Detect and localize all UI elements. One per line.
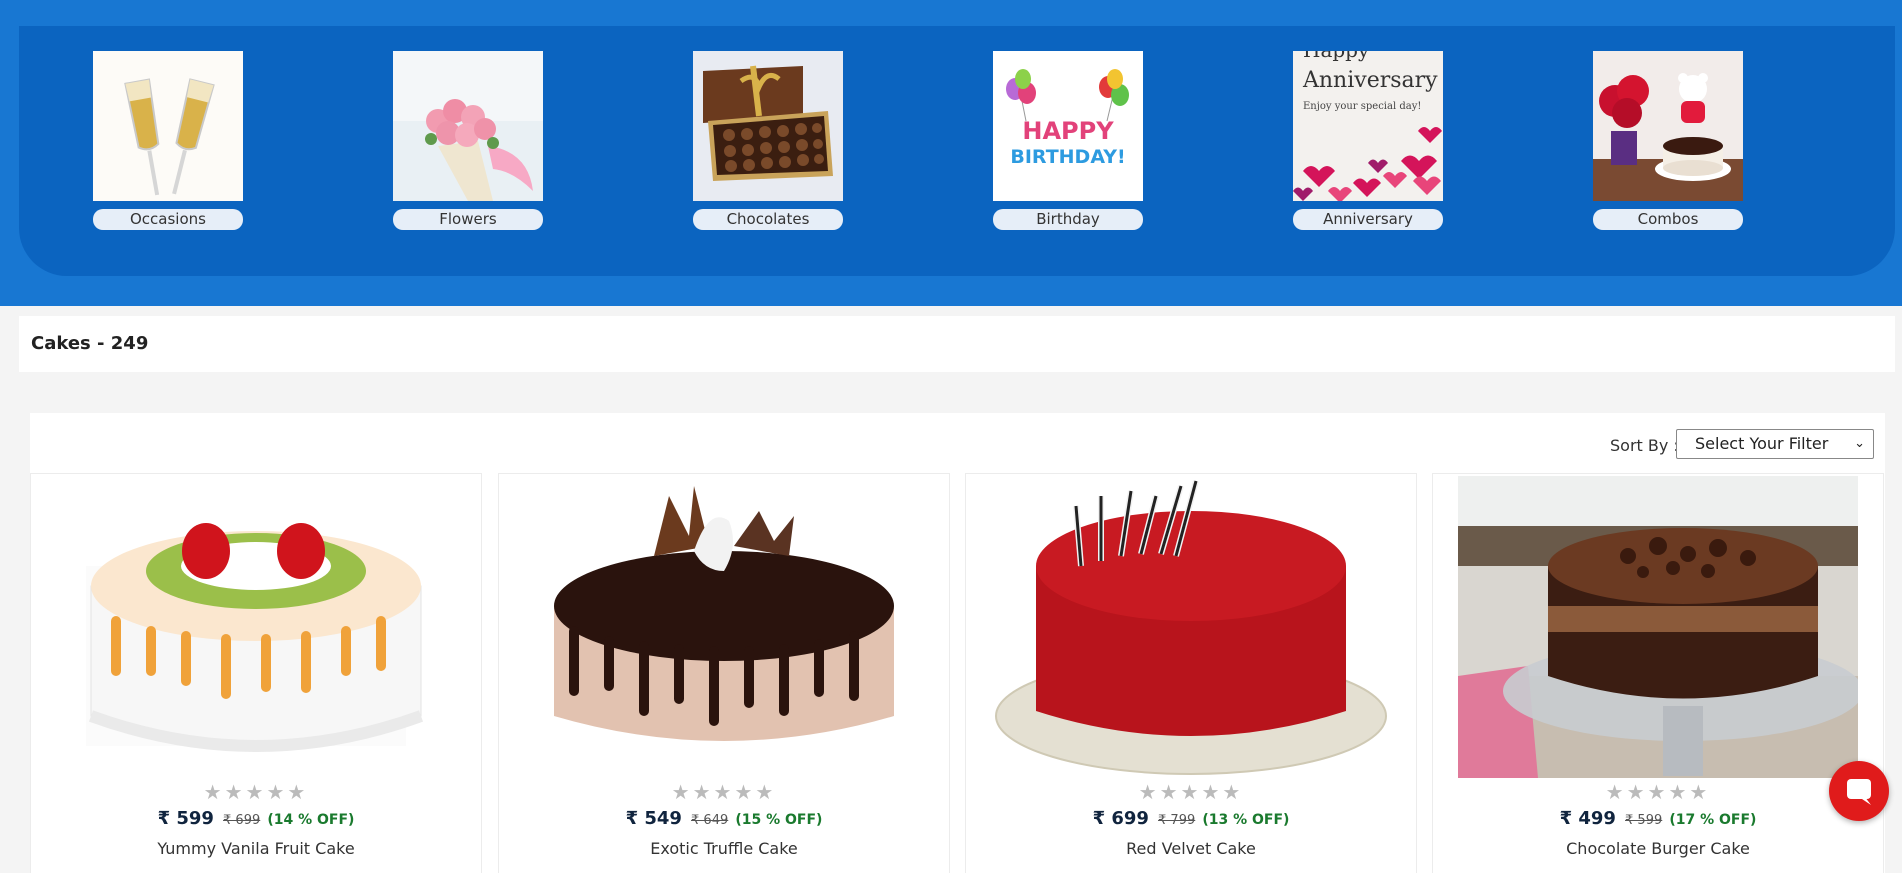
- original-price: ₹ 649: [691, 813, 729, 828]
- svg-text:Anniversary: Anniversary: [1302, 68, 1438, 93]
- price-row: ₹ 549 ₹ 649 (15 % OFF): [499, 808, 949, 829]
- price: ₹ 549: [625, 808, 682, 829]
- rating-stars: ★★★★★: [1605, 780, 1711, 804]
- chat-button[interactable]: [1829, 761, 1889, 821]
- product-card[interactable]: ★★★★★ ₹ 599 ₹ 699 (14 % OFF) Yummy Vanil…: [30, 473, 482, 873]
- category-chocolates[interactable]: Chocolates: [693, 51, 843, 230]
- product-name[interactable]: Yummy Vanila Fruit Cake: [31, 839, 481, 858]
- product-card[interactable]: ★★★★★ ₹ 549 ₹ 649 (15 % OFF) Exotic Truf…: [498, 473, 950, 873]
- svg-text:Happy: Happy: [1303, 51, 1370, 62]
- product-name[interactable]: Exotic Truffle Cake: [499, 839, 949, 858]
- champagne-glasses-image[interactable]: [93, 51, 243, 201]
- rose-bouquet-image[interactable]: [393, 51, 543, 201]
- original-price: ₹ 599: [1625, 813, 1663, 828]
- category-panel: Occasions Flowers Chocolates HAPPY BIRTH…: [19, 26, 1895, 276]
- category-label[interactable]: Anniversary: [1293, 209, 1443, 230]
- chocolate-burger-cake-image[interactable]: [1458, 476, 1858, 778]
- chevron-down-icon: ⌄: [1854, 436, 1865, 451]
- price: ₹ 499: [1559, 808, 1616, 829]
- category-flowers[interactable]: Flowers: [393, 51, 543, 230]
- chat-bubble-icon: [1847, 779, 1871, 805]
- svg-text:BIRTHDAY!: BIRTHDAY!: [1010, 146, 1125, 168]
- price-row: ₹ 699 ₹ 799 (13 % OFF): [966, 808, 1416, 829]
- sort-filter-select[interactable]: Select Your Filter ⌄: [1676, 429, 1874, 459]
- svg-text:HAPPY: HAPPY: [1022, 117, 1114, 145]
- category-label[interactable]: Birthday: [993, 209, 1143, 230]
- price-row: ₹ 499 ₹ 599 (17 % OFF): [1433, 808, 1883, 829]
- rating-stars: ★★★★★: [1138, 780, 1244, 804]
- vanilla-fruit-cake-image[interactable]: [56, 476, 456, 778]
- original-price: ₹ 799: [1158, 813, 1196, 828]
- category-label[interactable]: Combos: [1593, 209, 1743, 230]
- discount-badge: (14 % OFF): [267, 812, 355, 828]
- red-velvet-cake-image[interactable]: [991, 476, 1391, 778]
- sort-label: Sort By :: [1610, 436, 1679, 455]
- category-anniversary[interactable]: Happy Anniversary Enjoy your special day…: [1293, 51, 1443, 230]
- sort-selected-value: Select Your Filter: [1695, 434, 1829, 453]
- svg-text:Enjoy your special day!: Enjoy your special day!: [1303, 101, 1421, 112]
- category-birthday[interactable]: HAPPY BIRTHDAY! Birthday: [993, 51, 1143, 230]
- discount-badge: (17 % OFF): [1669, 812, 1757, 828]
- original-price: ₹ 699: [223, 813, 261, 828]
- rating-stars: ★★★★★: [671, 780, 777, 804]
- truffle-cake-image[interactable]: [524, 476, 924, 778]
- product-card[interactable]: ★★★★★ ₹ 499 ₹ 599 (17 % OFF) Chocolate B…: [1432, 473, 1884, 873]
- product-name[interactable]: Chocolate Burger Cake: [1433, 839, 1883, 858]
- price-row: ₹ 599 ₹ 699 (14 % OFF): [31, 808, 481, 829]
- price: ₹ 699: [1092, 808, 1149, 829]
- category-combos[interactable]: Combos: [1593, 51, 1743, 230]
- rating-stars: ★★★★★: [203, 780, 309, 804]
- teddy-cake-flowers-image[interactable]: [1593, 51, 1743, 201]
- product-card[interactable]: ★★★★★ ₹ 699 ₹ 799 (13 % OFF) Red Velvet …: [965, 473, 1417, 873]
- discount-badge: (13 % OFF): [1202, 812, 1290, 828]
- product-name[interactable]: Red Velvet Cake: [966, 839, 1416, 858]
- price: ₹ 599: [157, 808, 214, 829]
- category-label[interactable]: Chocolates: [693, 209, 843, 230]
- happy-birthday-balloons-image[interactable]: HAPPY BIRTHDAY!: [993, 51, 1143, 201]
- category-occasions[interactable]: Occasions: [93, 51, 243, 230]
- chocolate-box-image[interactable]: [693, 51, 843, 201]
- category-label[interactable]: Occasions: [93, 209, 243, 230]
- discount-badge: (15 % OFF): [735, 812, 823, 828]
- listing-title: Cakes - 249: [31, 333, 149, 354]
- category-label[interactable]: Flowers: [393, 209, 543, 230]
- anniversary-card-image[interactable]: Happy Anniversary Enjoy your special day…: [1293, 51, 1443, 201]
- listing-header: Cakes - 249: [19, 316, 1895, 372]
